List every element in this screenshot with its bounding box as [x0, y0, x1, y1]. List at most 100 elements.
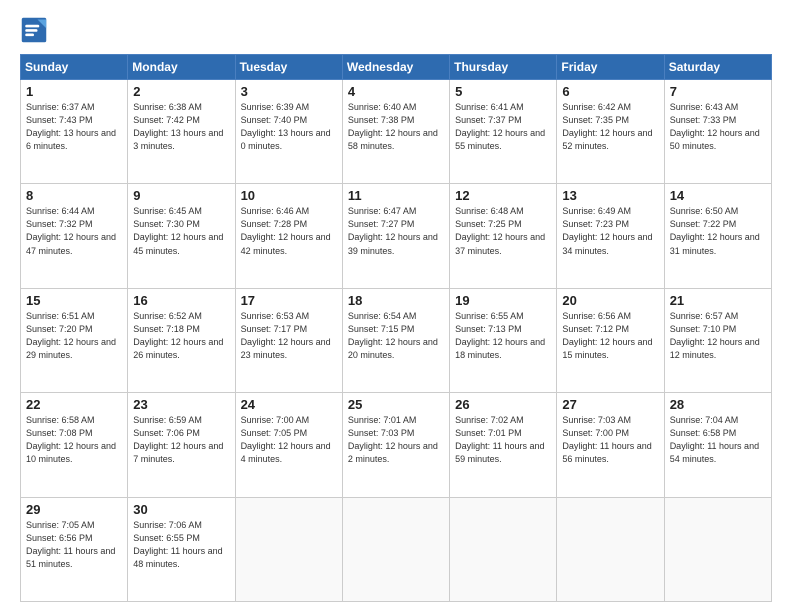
day-info: Sunrise: 7:05 AMSunset: 6:56 PMDaylight:…	[26, 519, 122, 571]
day-number: 4	[348, 84, 444, 99]
day-info: Sunrise: 6:52 AMSunset: 7:18 PMDaylight:…	[133, 310, 229, 362]
day-info: Sunrise: 6:50 AMSunset: 7:22 PMDaylight:…	[670, 205, 766, 257]
day-number: 7	[670, 84, 766, 99]
calendar-header-row: SundayMondayTuesdayWednesdayThursdayFrid…	[21, 55, 772, 80]
day-info: Sunrise: 7:06 AMSunset: 6:55 PMDaylight:…	[133, 519, 229, 571]
calendar-cell: 28 Sunrise: 7:04 AMSunset: 6:58 PMDayligh…	[664, 393, 771, 497]
calendar-cell: 18 Sunrise: 6:54 AMSunset: 7:15 PMDayligh…	[342, 288, 449, 392]
calendar-cell: 13Sunrise: 6:49 AMSunset: 7:23 PMDayligh…	[557, 184, 664, 288]
calendar-table: SundayMondayTuesdayWednesdayThursdayFrid…	[20, 54, 772, 602]
calendar-cell	[235, 497, 342, 601]
calendar-header-monday: Monday	[128, 55, 235, 80]
calendar-week-3: 15 Sunrise: 6:51 AMSunset: 7:20 PMDayligh…	[21, 288, 772, 392]
day-info: Sunrise: 6:53 AMSunset: 7:17 PMDaylight:…	[241, 310, 337, 362]
calendar-cell: 10Sunrise: 6:46 AMSunset: 7:28 PMDayligh…	[235, 184, 342, 288]
day-info: Sunrise: 6:45 AMSunset: 7:30 PMDaylight:…	[133, 205, 229, 257]
day-info: Sunrise: 6:41 AMSunset: 7:37 PMDaylight:…	[455, 101, 551, 153]
calendar-cell: 6 Sunrise: 6:42 AMSunset: 7:35 PMDaylight…	[557, 80, 664, 184]
day-number: 23	[133, 397, 229, 412]
day-number: 8	[26, 188, 122, 203]
day-number: 13	[562, 188, 658, 203]
calendar-cell: 14 Sunrise: 6:50 AMSunset: 7:22 PMDayligh…	[664, 184, 771, 288]
calendar-cell: 16 Sunrise: 6:52 AMSunset: 7:18 PMDayligh…	[128, 288, 235, 392]
calendar-cell: 2Sunrise: 6:38 AMSunset: 7:42 PMDaylight…	[128, 80, 235, 184]
day-info: Sunrise: 7:01 AMSunset: 7:03 PMDaylight:…	[348, 414, 444, 466]
day-number: 28	[670, 397, 766, 412]
calendar-week-4: 22 Sunrise: 6:58 AMSunset: 7:08 PMDayligh…	[21, 393, 772, 497]
day-info: Sunrise: 6:48 AMSunset: 7:25 PMDaylight:…	[455, 205, 551, 257]
calendar-header-tuesday: Tuesday	[235, 55, 342, 80]
calendar-cell: 29Sunrise: 7:05 AMSunset: 6:56 PMDayligh…	[21, 497, 128, 601]
calendar-cell: 26 Sunrise: 7:02 AMSunset: 7:01 PMDayligh…	[450, 393, 557, 497]
calendar-header-saturday: Saturday	[664, 55, 771, 80]
calendar-cell: 24Sunrise: 7:00 AMSunset: 7:05 PMDayligh…	[235, 393, 342, 497]
calendar-cell	[450, 497, 557, 601]
day-info: Sunrise: 7:04 AMSunset: 6:58 PMDaylight:…	[670, 414, 766, 466]
day-number: 3	[241, 84, 337, 99]
calendar-cell: 25Sunrise: 7:01 AMSunset: 7:03 PMDayligh…	[342, 393, 449, 497]
day-info: Sunrise: 6:39 AMSunset: 7:40 PMDaylight:…	[241, 101, 337, 153]
calendar-cell: 22 Sunrise: 6:58 AMSunset: 7:08 PMDayligh…	[21, 393, 128, 497]
calendar-cell: 17 Sunrise: 6:53 AMSunset: 7:17 PMDayligh…	[235, 288, 342, 392]
day-number: 19	[455, 293, 551, 308]
day-number: 18	[348, 293, 444, 308]
day-info: Sunrise: 6:57 AMSunset: 7:10 PMDaylight:…	[670, 310, 766, 362]
day-number: 24	[241, 397, 337, 412]
calendar-cell	[342, 497, 449, 601]
calendar-cell: 21 Sunrise: 6:57 AMSunset: 7:10 PMDayligh…	[664, 288, 771, 392]
day-number: 27	[562, 397, 658, 412]
calendar-cell: 27 Sunrise: 7:03 AMSunset: 7:00 PMDayligh…	[557, 393, 664, 497]
day-number: 6	[562, 84, 658, 99]
calendar-header-friday: Friday	[557, 55, 664, 80]
day-info: Sunrise: 6:54 AMSunset: 7:15 PMDaylight:…	[348, 310, 444, 362]
day-info: Sunrise: 6:59 AMSunset: 7:06 PMDaylight:…	[133, 414, 229, 466]
day-number: 15	[26, 293, 122, 308]
calendar-header-wednesday: Wednesday	[342, 55, 449, 80]
day-number: 20	[562, 293, 658, 308]
calendar-cell: 7 Sunrise: 6:43 AMSunset: 7:33 PMDaylight…	[664, 80, 771, 184]
day-number: 14	[670, 188, 766, 203]
day-info: Sunrise: 6:58 AMSunset: 7:08 PMDaylight:…	[26, 414, 122, 466]
calendar-week-5: 29Sunrise: 7:05 AMSunset: 6:56 PMDayligh…	[21, 497, 772, 601]
calendar-cell: 8 Sunrise: 6:44 AMSunset: 7:32 PMDaylight…	[21, 184, 128, 288]
day-number: 10	[241, 188, 337, 203]
day-info: Sunrise: 6:42 AMSunset: 7:35 PMDaylight:…	[562, 101, 658, 153]
day-number: 21	[670, 293, 766, 308]
day-number: 9	[133, 188, 229, 203]
calendar-cell: 30 Sunrise: 7:06 AMSunset: 6:55 PMDayligh…	[128, 497, 235, 601]
day-number: 5	[455, 84, 551, 99]
calendar-week-2: 8 Sunrise: 6:44 AMSunset: 7:32 PMDaylight…	[21, 184, 772, 288]
logo	[20, 16, 52, 44]
day-info: Sunrise: 7:02 AMSunset: 7:01 PMDaylight:…	[455, 414, 551, 466]
day-number: 2	[133, 84, 229, 99]
day-number: 11	[348, 188, 444, 203]
calendar-cell: 19Sunrise: 6:55 AMSunset: 7:13 PMDayligh…	[450, 288, 557, 392]
calendar-cell: 23 Sunrise: 6:59 AMSunset: 7:06 PMDayligh…	[128, 393, 235, 497]
day-number: 12	[455, 188, 551, 203]
day-info: Sunrise: 6:51 AMSunset: 7:20 PMDaylight:…	[26, 310, 122, 362]
header	[20, 16, 772, 44]
page: SundayMondayTuesdayWednesdayThursdayFrid…	[0, 0, 792, 612]
day-info: Sunrise: 6:43 AMSunset: 7:33 PMDaylight:…	[670, 101, 766, 153]
calendar-header-sunday: Sunday	[21, 55, 128, 80]
calendar-cell	[557, 497, 664, 601]
calendar-cell: 9 Sunrise: 6:45 AMSunset: 7:30 PMDaylight…	[128, 184, 235, 288]
calendar-cell: 1Sunrise: 6:37 AMSunset: 7:43 PMDaylight…	[21, 80, 128, 184]
day-number: 1	[26, 84, 122, 99]
day-info: Sunrise: 7:03 AMSunset: 7:00 PMDaylight:…	[562, 414, 658, 466]
day-info: Sunrise: 6:47 AMSunset: 7:27 PMDaylight:…	[348, 205, 444, 257]
calendar-cell: 5 Sunrise: 6:41 AMSunset: 7:37 PMDaylight…	[450, 80, 557, 184]
day-number: 26	[455, 397, 551, 412]
day-info: Sunrise: 6:44 AMSunset: 7:32 PMDaylight:…	[26, 205, 122, 257]
calendar-cell: 3 Sunrise: 6:39 AMSunset: 7:40 PMDaylight…	[235, 80, 342, 184]
day-number: 17	[241, 293, 337, 308]
calendar-cell: 4Sunrise: 6:40 AMSunset: 7:38 PMDaylight…	[342, 80, 449, 184]
day-info: Sunrise: 6:56 AMSunset: 7:12 PMDaylight:…	[562, 310, 658, 362]
day-number: 16	[133, 293, 229, 308]
calendar-week-1: 1Sunrise: 6:37 AMSunset: 7:43 PMDaylight…	[21, 80, 772, 184]
calendar-cell	[664, 497, 771, 601]
day-number: 30	[133, 502, 229, 517]
calendar-cell: 20 Sunrise: 6:56 AMSunset: 7:12 PMDayligh…	[557, 288, 664, 392]
logo-icon	[20, 16, 48, 44]
day-number: 22	[26, 397, 122, 412]
